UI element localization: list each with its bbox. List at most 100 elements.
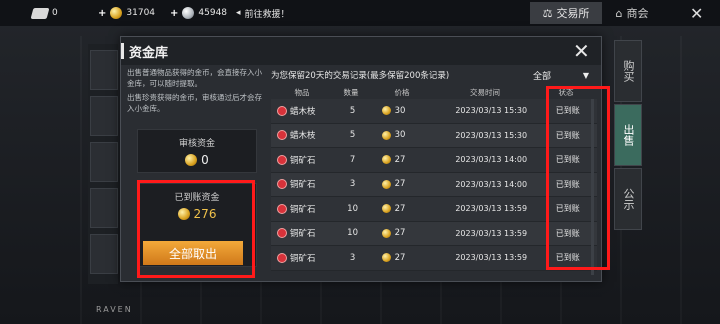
row-qty: 3 xyxy=(336,253,370,263)
row-qty-text: 5 xyxy=(349,105,356,116)
review-funds-value-row: 0 xyxy=(138,153,256,167)
row-status: 已到账 xyxy=(538,154,597,165)
row-item-text: 蜡木枝 xyxy=(290,131,316,142)
review-funds-box: 审核资金 0 xyxy=(137,129,257,173)
record-filter-dropdown[interactable]: 全部 ▼ xyxy=(533,67,589,83)
note-normal: 出售普通物品获得的金币，会直接存入小金库，可以随时提取。 xyxy=(127,68,262,88)
tab-public-label: 公示 xyxy=(622,188,635,210)
row-status: 已到账 xyxy=(538,105,597,116)
row-time-text: 2023/03/13 14:00 xyxy=(455,179,528,189)
review-funds-value: 0 xyxy=(201,153,209,167)
tab-public[interactable]: 公示 xyxy=(614,168,642,230)
row-qty-text: 10 xyxy=(347,203,358,214)
row-price-text: 30 xyxy=(394,130,406,141)
ticket-icon xyxy=(30,7,50,19)
row-price: 30 xyxy=(370,130,444,140)
row-qty: 10 xyxy=(336,204,370,214)
add-gold-icon[interactable]: + xyxy=(98,8,106,19)
row-item-text: 铜矿石 xyxy=(290,180,316,191)
row-status: 已到账 xyxy=(538,130,597,141)
note-precious: 出售珍贵获得的金币，审核通过后才会存入小金库。 xyxy=(127,93,262,113)
title-accent xyxy=(121,43,124,59)
notice: ◂ 前往救援！ xyxy=(236,7,290,20)
arrived-funds-label: 已到账资金 xyxy=(174,193,220,203)
row-qty-text: 3 xyxy=(349,179,356,190)
inventory-slot[interactable] xyxy=(90,50,118,90)
row-time: 2023/03/13 13:59 xyxy=(444,204,538,213)
row-time-text: 2023/03/13 15:30 xyxy=(455,106,528,116)
tab-shop[interactable]: ⌂ 商会 xyxy=(606,2,658,24)
row-price: 27 xyxy=(370,155,444,165)
row-time: 2023/03/13 15:30 xyxy=(444,106,538,115)
row-item: 蜡木枝 xyxy=(271,129,336,141)
row-qty: 7 xyxy=(336,155,370,165)
gold-coin-icon xyxy=(381,204,391,214)
table-header: 物品 数量 价格 交易时间 状态 xyxy=(271,85,597,99)
table-row[interactable]: 铜矿石 3 27 2023/03/13 13:59 已到账 xyxy=(271,246,597,271)
gold-coin-icon xyxy=(381,228,391,238)
row-price: 27 xyxy=(370,179,444,189)
table-scrollbar[interactable] xyxy=(591,99,594,275)
speaker-icon: ◂ xyxy=(236,8,241,18)
gold-counter[interactable]: + 31704 xyxy=(98,7,155,19)
gold-coin-icon xyxy=(381,179,391,189)
row-time-text: 2023/03/13 13:59 xyxy=(455,228,528,238)
add-silver-icon[interactable]: + xyxy=(170,8,178,19)
col-time: 交易时间 xyxy=(470,87,500,97)
row-price-text: 27 xyxy=(394,179,406,190)
inventory-slot[interactable] xyxy=(90,142,118,182)
ticket-count: 0 xyxy=(52,8,58,18)
records-table: 物品 数量 价格 交易时间 状态 蜡木枝 5 30 2023/03/13 15:30 已… xyxy=(271,85,597,271)
tab-trade[interactable]: ⚖ 交易所 xyxy=(530,2,602,24)
inventory-slot[interactable] xyxy=(90,234,118,274)
inventory-slot[interactable] xyxy=(90,96,118,136)
row-status-text: 已到账 xyxy=(555,179,580,189)
tab-sell[interactable]: 出售 xyxy=(614,104,642,166)
table-body: 蜡木枝 5 30 2023/03/13 15:30 已到账 蜡木枝 5 30 2023/03/1… xyxy=(271,99,597,271)
row-qty: 10 xyxy=(336,228,370,238)
exit-icon[interactable]: ✕ xyxy=(690,4,703,23)
table-row[interactable]: 铜矿石 10 27 2023/03/13 13:59 已到账 xyxy=(271,197,597,222)
dialog-title: 资金库 xyxy=(129,46,169,61)
row-time: 2023/03/13 14:00 xyxy=(444,155,538,164)
vault-dialog: 资金库 ✕ 出售普通物品获得的金币，会直接存入小金库，可以随时提取。 出售珍贵获… xyxy=(120,36,602,282)
row-status-text: 已到账 xyxy=(555,130,580,140)
table-row[interactable]: 铜矿石 3 27 2023/03/13 14:00 已到账 xyxy=(271,172,597,197)
row-price: 27 xyxy=(370,204,444,214)
take-all-button[interactable]: 全部取出 xyxy=(143,241,243,265)
row-time: 2023/03/13 13:59 xyxy=(444,229,538,238)
gold-coin-icon xyxy=(110,7,123,19)
col-qty: 数量 xyxy=(343,87,359,97)
row-item-text: 铜矿石 xyxy=(290,204,316,215)
table-row[interactable]: 铜矿石 10 27 2023/03/13 13:59 已到账 xyxy=(271,221,597,246)
table-row[interactable]: 蜡木枝 5 30 2023/03/13 15:30 已到账 xyxy=(271,99,597,124)
row-time-text: 2023/03/13 14:00 xyxy=(455,155,528,165)
filter-value: 全部 xyxy=(533,71,552,82)
silver-count: 45948 xyxy=(198,8,228,18)
table-row[interactable]: 铜矿石 7 27 2023/03/13 14:00 已到账 xyxy=(271,148,597,173)
row-price: 27 xyxy=(370,253,444,263)
item-icon xyxy=(277,228,287,239)
row-item: 铜矿石 xyxy=(271,203,336,215)
tab-trade-label: 交易所 xyxy=(556,7,590,20)
tab-buy[interactable]: 购买 xyxy=(614,40,642,102)
top-bar: 0 + 31704 + 45948 ◂ 前往救援！ ⚖ 交易所 ⌂ 商会 ✕ xyxy=(0,0,720,26)
row-item: 铜矿石 xyxy=(271,178,336,190)
row-item: 蜡木枝 xyxy=(271,105,336,117)
row-item-text: 铜矿石 xyxy=(290,155,316,166)
silver-coin-icon xyxy=(182,7,195,19)
col-status: 状态 xyxy=(558,87,574,97)
table-row[interactable]: 蜡木枝 5 30 2023/03/13 15:30 已到账 xyxy=(271,123,597,148)
row-item: 铜矿石 xyxy=(271,154,336,166)
tab-shop-label: 商会 xyxy=(626,7,649,20)
row-item-text: 蜡木枝 xyxy=(290,106,316,117)
arrived-funds-value-row: 276 xyxy=(138,207,256,221)
tab-sell-label: 出售 xyxy=(622,124,635,146)
silver-counter[interactable]: + 45948 xyxy=(170,7,227,19)
row-price-text: 27 xyxy=(394,252,406,263)
scale-icon: ⚖ xyxy=(542,6,553,20)
row-status-text: 已到账 xyxy=(555,204,580,214)
inventory-slot[interactable] xyxy=(90,188,118,228)
row-status-text: 已到账 xyxy=(555,228,580,238)
close-icon[interactable]: ✕ xyxy=(573,39,590,63)
